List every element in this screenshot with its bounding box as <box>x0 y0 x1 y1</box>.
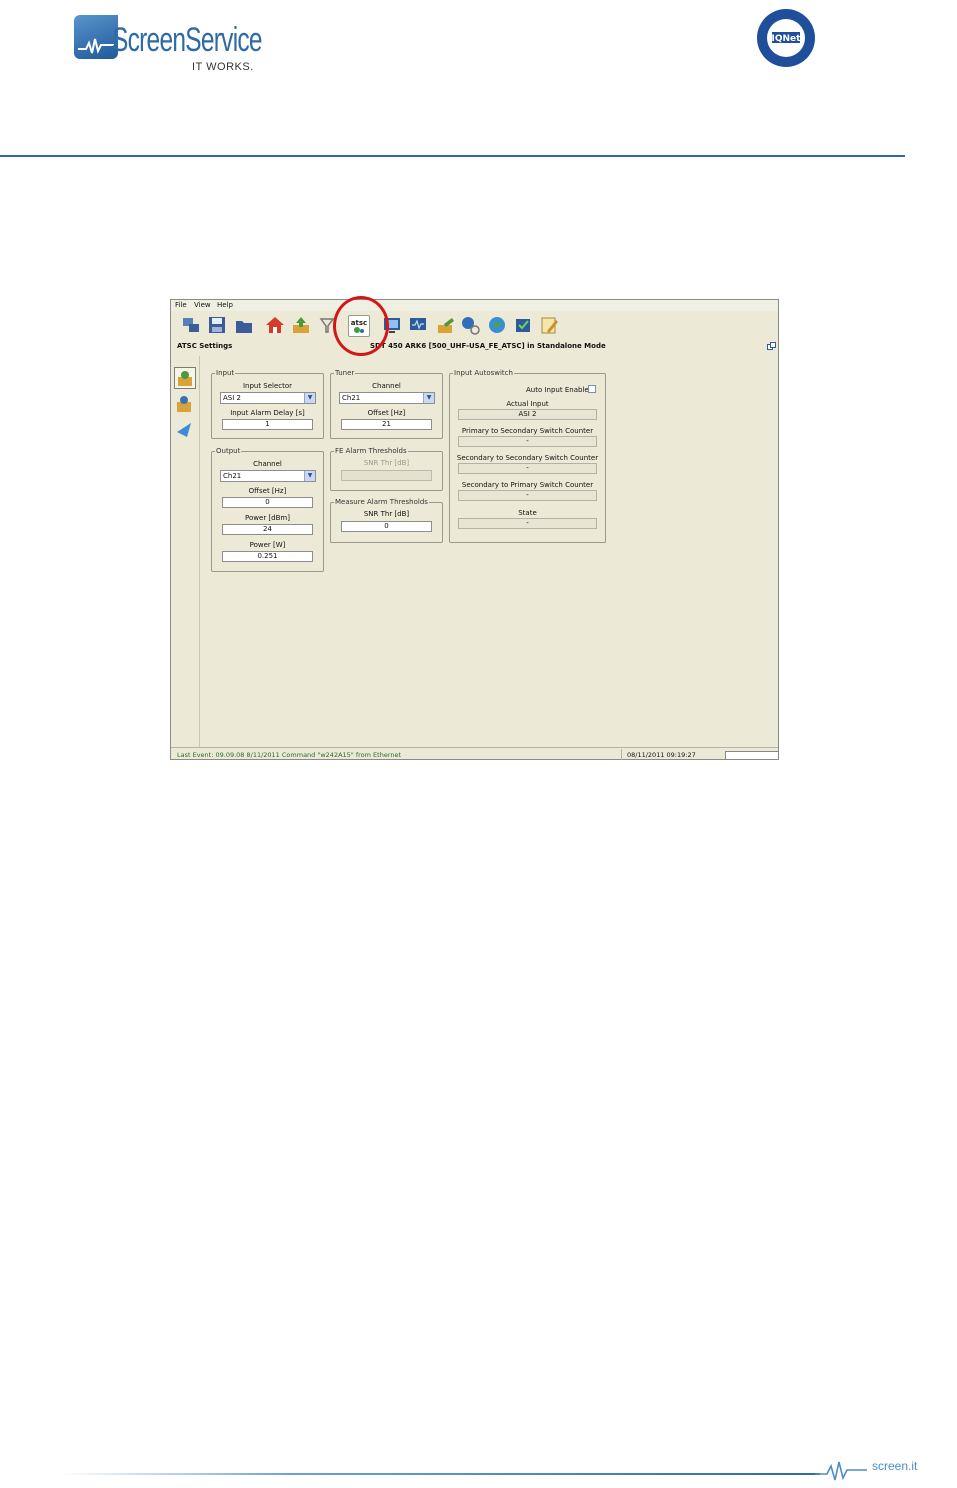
footer-rule <box>60 1473 820 1475</box>
home-icon[interactable] <box>265 315 285 335</box>
state-field: - <box>458 518 597 529</box>
upload-icon[interactable] <box>291 315 311 335</box>
tuner-group: Tuner Channel Ch21 ▼ Offset [Hz] 21 <box>330 369 443 439</box>
measure-snr-field[interactable]: 0 <box>341 521 432 532</box>
output-power-w-label: Power [W] <box>249 541 286 549</box>
open-folder-icon[interactable] <box>234 315 254 335</box>
chevron-down-icon[interactable]: ▼ <box>304 471 315 481</box>
state-label: State <box>518 509 537 517</box>
logo-tagline: IT WORKS. <box>192 61 254 73</box>
output-group: Output Channel Ch21 ▼ Offset [Hz] 0 Powe… <box>211 447 324 572</box>
restore-window-icon[interactable] <box>767 342 776 351</box>
toolbar: atsc <box>171 311 778 339</box>
certification-seal-icon: IQNet <box>757 9 815 67</box>
status-timestamp: 08/11/2011 09:19:27 <box>627 751 696 759</box>
output-legend: Output <box>215 447 242 455</box>
menu-view[interactable]: View <box>194 301 211 309</box>
waveform-icon[interactable] <box>408 315 428 335</box>
menu-bar: File View Help <box>171 300 778 311</box>
connect-icon[interactable] <box>181 315 201 335</box>
checklist-icon[interactable] <box>513 315 533 335</box>
input-selector-label: Input Selector <box>242 382 293 390</box>
export-icon[interactable] <box>436 315 456 335</box>
s2p-counter-field: - <box>458 490 597 501</box>
fe-snr-label: SNR Thr [dB] <box>363 459 410 467</box>
input-alarm-delay-label: Input Alarm Delay [s] <box>230 409 305 417</box>
chevron-down-icon[interactable]: ▼ <box>423 393 434 403</box>
device-mode-title: SDT 450 ARK6 [500_UHF-USA_FE_ATSC] in St… <box>370 342 606 350</box>
tuner-channel-value: Ch21 <box>342 394 361 402</box>
s2p-counter-label: Secondary to Primary Switch Counter <box>461 481 594 489</box>
measure-snr-label: SNR Thr [dB] <box>363 510 410 518</box>
settings-page-icon[interactable] <box>174 367 196 389</box>
autoswitch-legend: Input Autoswitch <box>453 369 514 377</box>
last-event-text: Last Event: 09.09.08 8/11/2011 Command "… <box>177 751 402 759</box>
tuner-legend: Tuner <box>334 369 356 377</box>
s2s-counter-label: Secondary to Secondary Switch Counter <box>456 454 599 462</box>
fe-alarm-legend: FE Alarm Thresholds <box>334 447 408 455</box>
input-group: Input Input Selector ASI 2 ▼ Input Alarm… <box>211 369 324 439</box>
s2s-counter-field: - <box>458 463 597 474</box>
iqnet-certified-badge: IQNet <box>755 7 817 69</box>
save-icon[interactable] <box>207 315 227 335</box>
app-title: ATSC Settings <box>177 342 233 350</box>
chevron-down-icon[interactable]: ▼ <box>304 393 315 403</box>
fe-snr-field <box>341 470 432 481</box>
output-offset-field[interactable]: 0 <box>222 497 313 508</box>
globe-icon[interactable] <box>487 315 507 335</box>
output-power-w-field[interactable]: 0.251 <box>222 551 313 562</box>
actual-input-field: ASI 2 <box>458 409 597 420</box>
output-power-dbm-label: Power [dBm] <box>245 514 290 522</box>
input-alarm-delay-field[interactable]: 1 <box>222 419 313 430</box>
status-progress-box <box>725 751 779 760</box>
device-page-icon[interactable] <box>174 394 194 414</box>
app-window: File View Help atsc ATSC Settings SDT 45… <box>170 299 779 760</box>
atsc-highlight-circle <box>333 296 389 356</box>
output-channel-label: Channel <box>253 460 282 468</box>
input-selector-value: ASI 2 <box>223 394 241 402</box>
measure-alarm-group: Measure Alarm Thresholds SNR Thr [dB] 0 <box>330 498 443 543</box>
tuner-channel-label: Channel <box>372 382 401 390</box>
actual-input-label: Actual Input <box>506 400 549 408</box>
p2s-counter-field: - <box>458 436 597 447</box>
network-icon[interactable] <box>460 315 480 335</box>
input-selector-dropdown[interactable]: ASI 2 ▼ <box>220 392 316 404</box>
measure-alarm-legend: Measure Alarm Thresholds <box>334 498 429 506</box>
menu-file[interactable]: File <box>175 301 187 309</box>
side-navigation <box>171 356 200 747</box>
output-channel-dropdown[interactable]: Ch21 ▼ <box>220 470 316 482</box>
output-power-dbm-field[interactable]: 24 <box>222 524 313 535</box>
footer-wave-icon <box>815 1458 867 1484</box>
cert-center-text: IQNet <box>772 34 802 44</box>
input-autoswitch-group: Input Autoswitch Auto Input Enable Actua… <box>449 369 606 543</box>
fe-alarm-group: FE Alarm Thresholds SNR Thr [dB] <box>330 447 443 491</box>
logo-wordmark: ScreenService <box>112 21 263 59</box>
tuner-offset-field[interactable]: 21 <box>341 419 432 430</box>
header-divider <box>0 155 905 157</box>
status-separator <box>621 749 622 760</box>
p2s-counter-label: Primary to Secondary Switch Counter <box>461 427 594 435</box>
auto-input-enable-checkbox[interactable] <box>588 385 596 393</box>
edit-icon[interactable] <box>539 315 559 335</box>
tuner-offset-label: Offset [Hz] <box>367 409 406 417</box>
input-legend: Input <box>215 369 236 377</box>
transmit-page-icon[interactable] <box>174 420 194 440</box>
output-channel-value: Ch21 <box>223 472 242 480</box>
footer-url: screen.it <box>872 1459 918 1473</box>
status-bar: Last Event: 09.09.08 8/11/2011 Command "… <box>171 747 779 761</box>
menu-help[interactable]: Help <box>217 301 233 309</box>
screenservice-logo: ScreenService IT WORKS. <box>74 15 263 77</box>
auto-input-enable-label: Auto Input Enable <box>526 386 589 394</box>
tuner-channel-dropdown[interactable]: Ch21 ▼ <box>339 392 435 404</box>
output-offset-label: Offset [Hz] <box>248 487 287 495</box>
